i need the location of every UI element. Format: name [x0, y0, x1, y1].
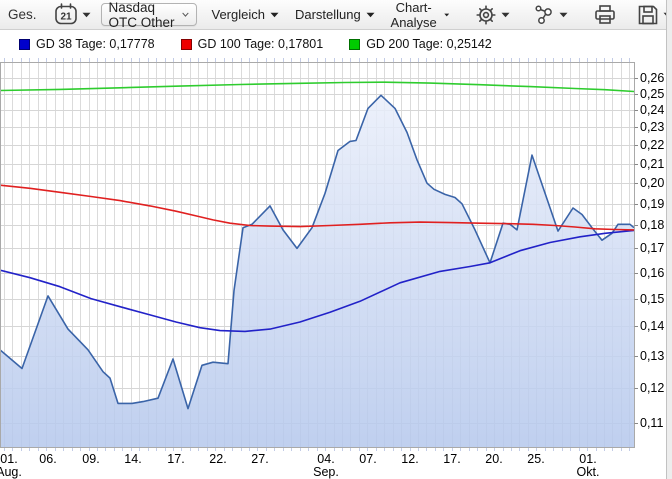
share-nodes-icon [532, 3, 556, 27]
calendar-period-button[interactable]: 21 [53, 2, 91, 28]
x-axis-label: 17. [434, 453, 470, 466]
calendar-icon: 21 [53, 2, 79, 28]
symbol-select[interactable]: Nasdaq OTC Other [101, 3, 197, 26]
legend-label: GD 100 Tage: 0,17801 [198, 37, 324, 51]
y-axis-label: 0,24 [640, 103, 670, 117]
x-axis-label: 06. [30, 453, 66, 466]
x-axis-label: 04.Sep. [308, 453, 344, 479]
legend-item-gd200[interactable]: GD 200 Tage: 0,25142 [349, 37, 492, 51]
legend-item-gd100[interactable]: GD 100 Tage: 0,17801 [181, 37, 324, 51]
legend-label: GD 200 Tage: 0,25142 [366, 37, 492, 51]
legend-swatch-0 [19, 39, 30, 50]
y-axis-label: 0,26 [640, 71, 670, 85]
chart-plot[interactable] [0, 57, 638, 454]
printer-icon [592, 3, 618, 27]
x-axis-label: 27. [242, 453, 278, 466]
y-axis-label: 0,17 [640, 241, 670, 255]
chart-legend: GD 38 Tage: 0,17778 GD 100 Tage: 0,17801… [0, 31, 660, 57]
menu-chart-analyse[interactable]: Chart-Analyse [386, 0, 452, 32]
x-axis-label: 20. [476, 453, 512, 466]
y-axis-label: 0,15 [640, 292, 670, 306]
symbol-select-value: Nasdaq OTC Other [109, 0, 182, 30]
y-axis-label: 0,22 [640, 138, 670, 152]
chevron-down-icon [82, 12, 91, 18]
y-axis-label: 0,21 [640, 157, 670, 171]
legend-label: GD 38 Tage: 0,17778 [36, 37, 155, 51]
chevron-down-icon [444, 12, 449, 18]
chevron-down-icon [366, 12, 375, 18]
y-axis-label: 0,25 [640, 87, 670, 101]
y-axis-label: 0,12 [640, 381, 670, 395]
save-floppy-icon [636, 3, 660, 27]
settings-gear-icon [474, 3, 498, 27]
settings-button[interactable] [474, 3, 510, 27]
y-axis-label: 0,11 [640, 416, 670, 430]
legend-swatch-2 [349, 39, 360, 50]
x-axis-label: 25. [518, 453, 554, 466]
chevron-down-icon [182, 11, 189, 18]
chart-toolbar: Ges. 21 Nasdaq OTC Other Vergleich Darst… [0, 0, 672, 30]
x-axis: 01.Aug.06. 09. 14. 17. 22. 27. 04.Sep. 07. 12. 17… [0, 453, 672, 479]
print-button[interactable] [592, 3, 618, 27]
y-axis-label: 0,18 [640, 218, 670, 232]
x-axis-label: 14. [115, 453, 151, 466]
share-button[interactable] [532, 3, 568, 27]
menu-vergleich[interactable]: Vergleich [209, 5, 282, 24]
y-axis-label: 0,14 [640, 319, 670, 333]
x-axis-label: 01.Okt. [570, 453, 606, 479]
y-axis-label: 0,16 [640, 266, 670, 280]
x-axis-label: 17. [158, 453, 194, 466]
svg-text:21: 21 [60, 11, 72, 22]
y-axis-label: 0,19 [640, 197, 670, 211]
chevron-down-icon [559, 12, 568, 18]
legend-item-gd38[interactable]: GD 38 Tage: 0,17778 [19, 37, 155, 51]
chevron-down-icon [270, 12, 279, 18]
range-label: Ges. [8, 7, 37, 22]
chevron-down-icon [501, 12, 510, 18]
legend-swatch-1 [181, 39, 192, 50]
menu-darstellung[interactable]: Darstellung [292, 5, 378, 24]
x-axis-label: 09. [73, 453, 109, 466]
x-axis-label: 12. [392, 453, 428, 466]
y-axis-label: 0,20 [640, 176, 670, 190]
x-axis-label: 07. [350, 453, 386, 466]
x-axis-label: 22. [200, 453, 236, 466]
y-axis-label: 0,13 [640, 349, 670, 363]
y-axis-label: 0,23 [640, 120, 670, 134]
x-axis-label: 01.Aug. [0, 453, 27, 479]
